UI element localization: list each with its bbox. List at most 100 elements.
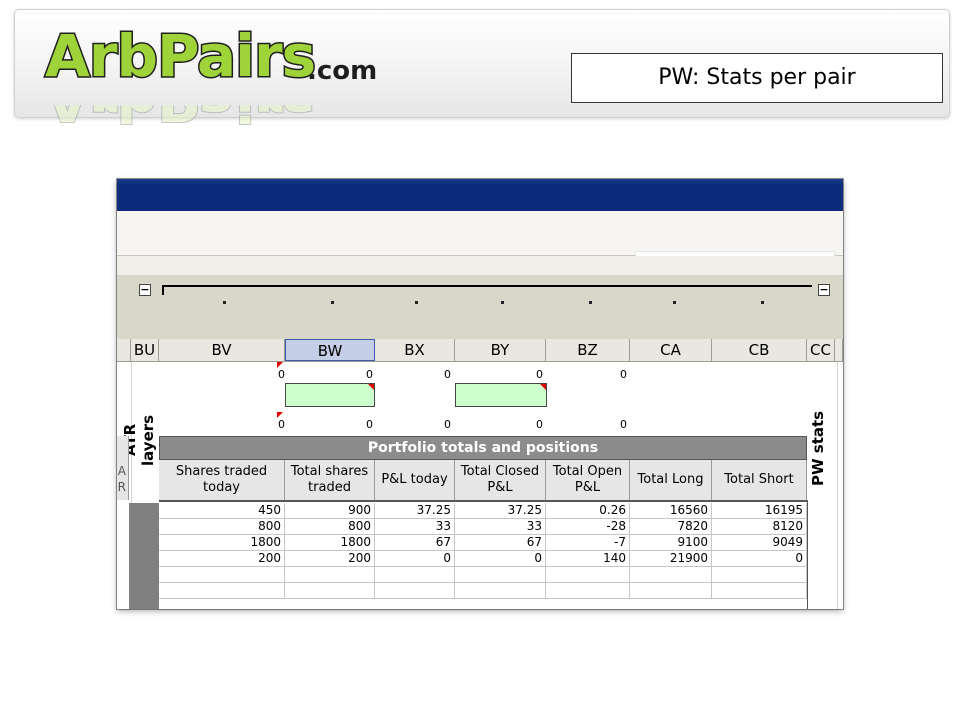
table-cell[interactable] xyxy=(159,583,285,599)
table-cell[interactable] xyxy=(546,567,630,583)
atr-value[interactable]: 0 xyxy=(597,418,627,431)
spreadsheet-grid[interactable]: 0 0 0 0 0 0 0 0 0 0 ATR layers PW stats … xyxy=(117,362,843,609)
column-header-cb[interactable]: CB xyxy=(712,339,807,361)
header-pl-today[interactable]: P&L today xyxy=(375,460,455,500)
table-cell[interactable]: 21900 xyxy=(630,551,712,567)
atr-value[interactable]: 0 xyxy=(597,368,627,381)
logo-wordmark: ArbPairs xyxy=(43,22,317,90)
column-header-ca[interactable]: CA xyxy=(630,339,712,361)
table-row xyxy=(159,567,807,583)
excel-title-bar xyxy=(117,179,843,211)
table-cell[interactable]: 7820 xyxy=(630,519,712,535)
table-cell[interactable]: 1800 xyxy=(285,535,375,551)
table-cell[interactable]: 200 xyxy=(285,551,375,567)
atr-value[interactable]: 0 xyxy=(343,368,373,381)
column-header-cc[interactable]: CC xyxy=(807,339,835,361)
column-header-bx[interactable]: BX xyxy=(375,339,455,361)
table-cell[interactable]: 0 xyxy=(712,551,807,567)
column-header-bz[interactable]: BZ xyxy=(546,339,630,361)
table-cell[interactable]: 67 xyxy=(455,535,546,551)
portfolio-section-title: Portfolio totals and positions xyxy=(159,436,807,460)
table-cell[interactable] xyxy=(630,583,712,599)
table-cell[interactable] xyxy=(712,567,807,583)
table-cell[interactable] xyxy=(455,567,546,583)
table-row: 1800 1800 67 67 -7 9100 9049 xyxy=(159,535,807,551)
table-cell[interactable] xyxy=(285,567,375,583)
table-cell[interactable]: 900 xyxy=(285,503,375,519)
excel-menu-bar: Type a question for help xyxy=(117,211,843,275)
header-total-shares-traded[interactable]: Total shares traded xyxy=(285,460,375,500)
table-cell[interactable] xyxy=(285,583,375,599)
collapse-group-button-right[interactable]: − xyxy=(818,284,830,296)
table-cell[interactable]: 9100 xyxy=(630,535,712,551)
atr-value[interactable]: 0 xyxy=(513,368,543,381)
table-cell[interactable]: 800 xyxy=(285,519,375,535)
column-header-by[interactable]: BY xyxy=(455,339,546,361)
formula-bar-strip xyxy=(117,256,843,276)
table-cell[interactable]: 16560 xyxy=(630,503,712,519)
table-cell[interactable]: -28 xyxy=(546,519,630,535)
table-cell[interactable] xyxy=(546,583,630,599)
table-cell[interactable]: 16195 xyxy=(712,503,807,519)
table-cell[interactable]: 9049 xyxy=(712,535,807,551)
table-cell[interactable] xyxy=(630,567,712,583)
table-cell[interactable] xyxy=(375,583,455,599)
outline-dot[interactable] xyxy=(223,301,226,304)
header-total-open-pl[interactable]: Total Open P&L xyxy=(546,460,630,500)
table-cell[interactable]: 200 xyxy=(159,551,285,567)
comment-indicator xyxy=(368,384,374,390)
table-cell[interactable]: 0.26 xyxy=(546,503,630,519)
header-total-short[interactable]: Total Short xyxy=(712,460,807,500)
table-cell[interactable]: 8120 xyxy=(712,519,807,535)
table-row: 800 800 33 33 -28 7820 8120 xyxy=(159,519,807,535)
outline-dot[interactable] xyxy=(331,301,334,304)
table-cell[interactable] xyxy=(159,567,285,583)
atr-value[interactable]: 0 xyxy=(255,368,285,381)
atr-layer-box-bw[interactable] xyxy=(285,383,375,407)
comment-indicator xyxy=(540,384,546,390)
header-fragment: R xyxy=(117,480,126,494)
table-cell[interactable]: 800 xyxy=(159,519,285,535)
table-cell[interactable]: 37.25 xyxy=(375,503,455,519)
outline-dot[interactable] xyxy=(415,301,418,304)
atr-value[interactable]: 0 xyxy=(343,418,373,431)
table-cell[interactable] xyxy=(455,583,546,599)
atr-value[interactable]: 0 xyxy=(513,418,543,431)
atr-value[interactable]: 0 xyxy=(421,418,451,431)
excel-screenshot: Type a question for help − − BU BV BW BX… xyxy=(117,179,843,609)
outline-dot[interactable] xyxy=(589,301,592,304)
arbpairs-logo: ArbPairs ArbPairs .com xyxy=(43,22,405,124)
table-cell[interactable]: -7 xyxy=(546,535,630,551)
table-cell[interactable]: 0 xyxy=(455,551,546,567)
table-cell[interactable]: 33 xyxy=(375,519,455,535)
table-cell[interactable]: 450 xyxy=(159,503,285,519)
table-row: 200 200 0 0 140 21900 0 xyxy=(159,551,807,567)
table-cell[interactable]: 0 xyxy=(375,551,455,567)
outline-dot[interactable] xyxy=(673,301,676,304)
table-cell[interactable]: 33 xyxy=(455,519,546,535)
portfolio-header-row: Shares traded today Total shares traded … xyxy=(159,460,807,502)
atr-value[interactable]: 0 xyxy=(255,418,285,431)
table-cell[interactable]: 140 xyxy=(546,551,630,567)
collapse-group-button-left[interactable]: − xyxy=(139,284,151,296)
column-header-bw[interactable]: BW xyxy=(285,339,375,361)
column-header-partial[interactable] xyxy=(117,339,131,361)
column-header-bu[interactable]: BU xyxy=(131,339,159,361)
atr-layer-box-by[interactable] xyxy=(455,383,547,407)
header-total-closed-pl[interactable]: Total Closed P&L xyxy=(455,460,546,500)
table-cell[interactable]: 67 xyxy=(375,535,455,551)
header-banner: ArbPairs ArbPairs .com PW: Stats per pai… xyxy=(14,9,950,118)
table-cell[interactable] xyxy=(375,567,455,583)
atr-value[interactable]: 0 xyxy=(421,368,451,381)
header-shares-traded-today[interactable]: Shares traded today xyxy=(159,460,285,500)
slide-title: PW: Stats per pair xyxy=(571,53,943,103)
table-cell[interactable] xyxy=(712,583,807,599)
header-total-long[interactable]: Total Long xyxy=(630,460,712,500)
table-cell[interactable]: 37.25 xyxy=(455,503,546,519)
table-cell[interactable]: 1800 xyxy=(159,535,285,551)
column-header-partial[interactable] xyxy=(835,339,843,361)
outline-dot[interactable] xyxy=(501,301,504,304)
left-partial-header: A R xyxy=(117,436,129,500)
column-header-bv[interactable]: BV xyxy=(159,339,285,361)
outline-dot[interactable] xyxy=(761,301,764,304)
